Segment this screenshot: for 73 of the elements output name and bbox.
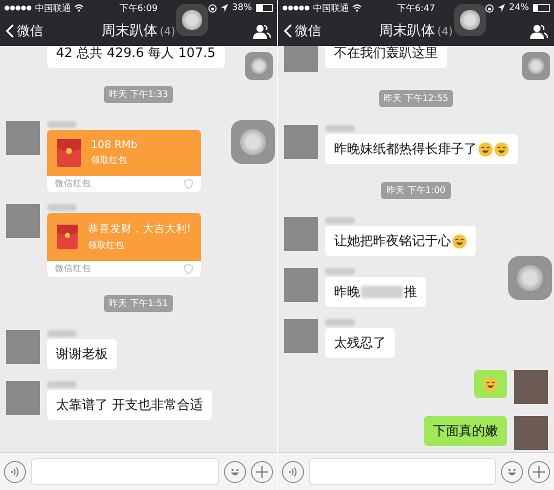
carrier-name: 中国联通 <box>313 2 349 14</box>
back-chevron-icon <box>284 24 292 38</box>
back-button[interactable]: 微信 <box>284 22 321 40</box>
laughing-emoji-icon <box>483 376 498 392</box>
battery-icon <box>533 4 550 12</box>
rotation-lock-icon <box>208 4 217 12</box>
message-text: 太残忍了 <box>334 335 386 352</box>
message-text: 昨晚 <box>334 284 360 301</box>
blurred-sender-name <box>325 319 355 326</box>
laughing-emoji-icon <box>478 142 493 156</box>
message-text: 谢谢老板 <box>56 346 108 363</box>
battery-icon <box>256 4 273 12</box>
packet-action: 领取红包 <box>91 154 128 167</box>
message-text: 推 <box>404 284 417 301</box>
message-text: 让她把昨夜铭记于心 <box>334 233 451 250</box>
group-members-icon[interactable] <box>530 24 548 38</box>
message-text: 昨晚妹纸都热得长痱子了 <box>334 141 477 158</box>
packet-title: 108 RMb <box>91 139 138 151</box>
laughing-emoji-icon <box>452 234 467 248</box>
member-count: (4) <box>437 25 453 38</box>
back-chevron-icon <box>6 24 14 38</box>
packet-title: 恭喜发财，大吉大利! <box>88 222 191 236</box>
battery-percent: 24% <box>508 3 529 13</box>
message-input-field[interactable] <box>31 458 219 485</box>
rotation-lock-icon <box>484 4 494 12</box>
timestamp: 昨天 下午1:33 <box>104 86 174 103</box>
blurred-text-icon <box>361 286 403 298</box>
voice-input-icon[interactable] <box>4 460 26 482</box>
member-count: (4) <box>160 25 176 38</box>
shield-icon <box>184 264 193 274</box>
assistive-touch-button[interactable] <box>176 4 208 36</box>
location-icon <box>220 4 228 12</box>
timestamp: 昨天 下午1:00 <box>381 182 451 199</box>
add-icon[interactable] <box>528 460 550 482</box>
blurred-sender-name <box>47 204 77 211</box>
envelope-icon <box>57 139 81 167</box>
voice-input-icon[interactable] <box>282 460 304 482</box>
message-text: 下面真的嫩 <box>433 423 498 440</box>
blurred-sender-name <box>325 268 355 275</box>
wifi-icon <box>352 4 362 12</box>
status-time: 下午6:47 <box>396 2 436 14</box>
wifi-icon <box>74 4 84 12</box>
add-icon[interactable] <box>251 460 273 482</box>
chat-title: 周末趴体 <box>379 22 436 40</box>
chat-title: 周末趴体 <box>102 22 158 40</box>
assistive-touch-button[interactable] <box>454 4 486 36</box>
back-button[interactable]: 微信 <box>6 22 43 40</box>
location-icon <box>498 4 505 12</box>
status-time: 下午6:09 <box>119 2 158 14</box>
message-text: 太靠谱了 开支也非常合适 <box>56 397 204 414</box>
blurred-sender-name <box>47 121 77 128</box>
battery-percent: 38% <box>232 3 252 13</box>
group-members-icon[interactable] <box>253 24 271 38</box>
timestamp: 昨天 下午1:51 <box>104 295 174 312</box>
carrier-name: 中国联通 <box>35 2 71 14</box>
message-text: 不在我们轰趴这里 <box>334 46 438 62</box>
emoji-icon[interactable] <box>501 460 523 482</box>
packet-label: 微信红包 <box>55 178 91 190</box>
timestamp: 昨天 下午12:55 <box>378 90 454 107</box>
message-text: 42 总共 429.6 每人 107.5 <box>56 46 216 62</box>
packet-label: 微信红包 <box>55 263 91 275</box>
laughing-emoji-icon <box>494 142 509 156</box>
blurred-sender-name <box>325 125 355 132</box>
envelope-icon <box>57 223 78 251</box>
shield-icon <box>184 179 193 189</box>
signal-icon <box>282 5 310 11</box>
signal-icon <box>4 5 32 11</box>
blurred-sender-name <box>325 217 355 224</box>
message-input-field[interactable] <box>309 458 496 485</box>
emoji-icon[interactable] <box>224 460 246 482</box>
blurred-sender-name <box>47 381 77 388</box>
blurred-sender-name <box>47 330 77 337</box>
packet-action: 领取红包 <box>88 240 125 252</box>
